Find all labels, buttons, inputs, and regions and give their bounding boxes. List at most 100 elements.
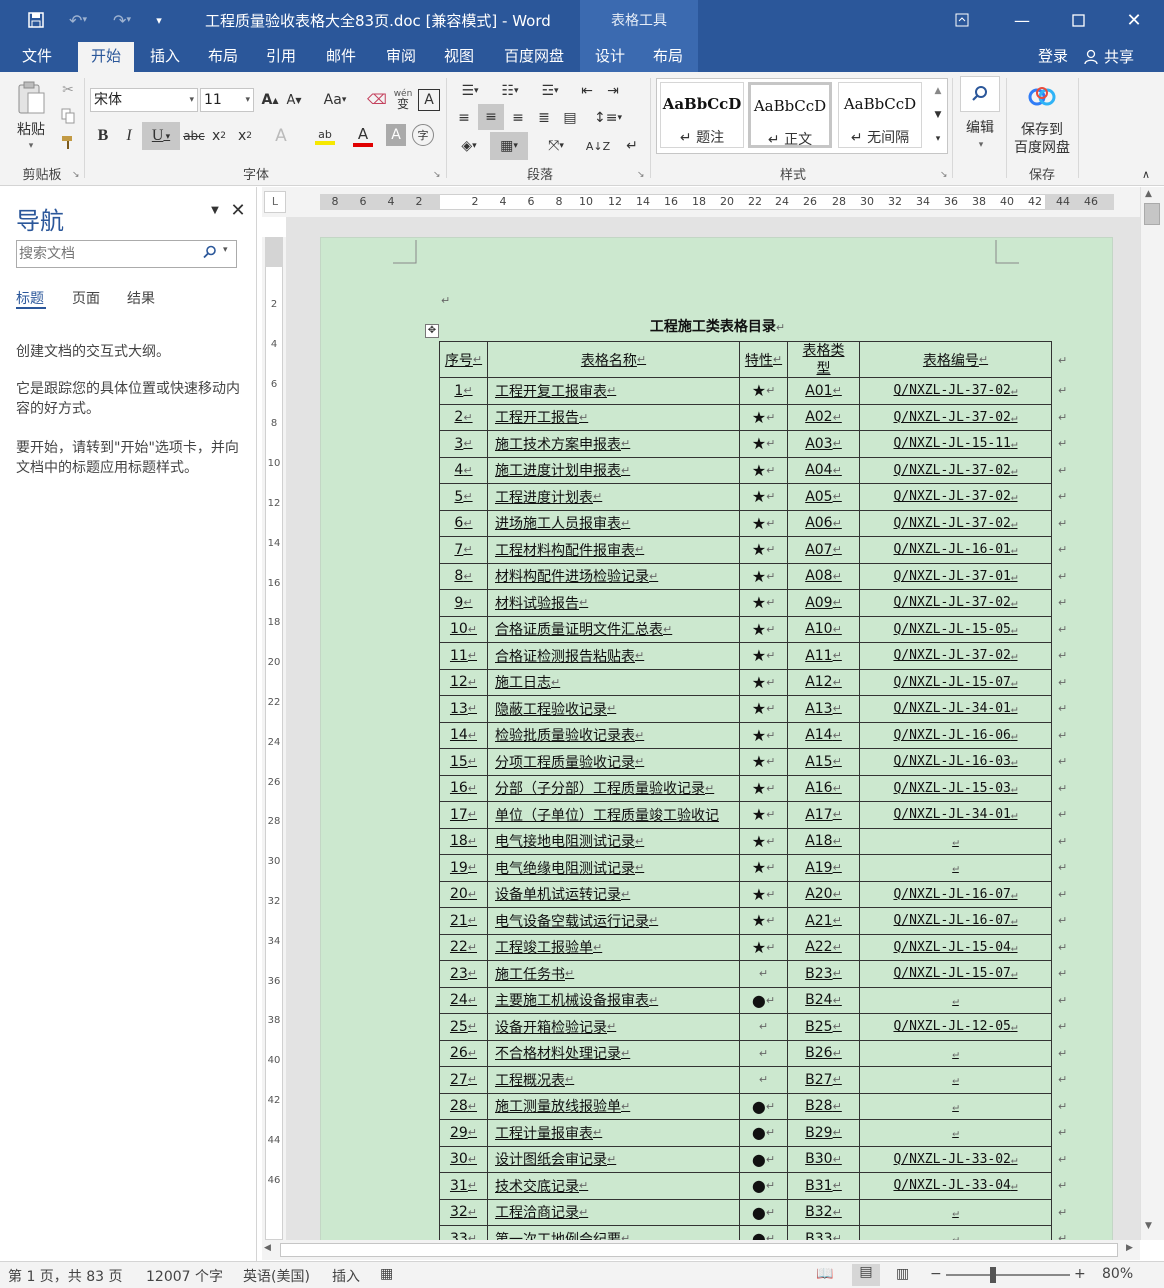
format-painter-icon[interactable] (58, 132, 78, 152)
cell-type[interactable]: A02 ↵ (788, 404, 860, 430)
cell-feature[interactable]: ● ↵ (740, 1226, 788, 1240)
cell-code[interactable]: ↵ (860, 1199, 1052, 1225)
cell-name[interactable]: 合格证检测报告粘贴表 ↵ (488, 643, 740, 669)
tab-file[interactable]: 文件 (8, 42, 66, 72)
cell-no[interactable]: 10 ↵ (440, 616, 488, 642)
cell-type[interactable]: B23 ↵ (788, 961, 860, 987)
cell-type[interactable]: B30 ↵ (788, 1146, 860, 1172)
cell-name[interactable]: 不合格材料处理记录 ↵ (488, 1040, 740, 1066)
cell-name[interactable]: 主要施工机械设备报审表 ↵ (488, 987, 740, 1013)
grow-font-icon[interactable]: A ▲ (260, 89, 280, 111)
cell-type[interactable]: A12 ↵ (788, 669, 860, 695)
scroll-up-icon[interactable]: ▲ (1145, 189, 1152, 199)
cell-no[interactable]: 3 ↵ (440, 431, 488, 457)
char-border-icon[interactable]: A (418, 89, 440, 111)
minimize-icon[interactable]: — (1004, 6, 1040, 34)
font-name-combo[interactable]: 宋体 ▾ (90, 88, 198, 112)
cell-no[interactable]: 1 ↵ (440, 378, 488, 404)
cell-no[interactable]: 26 ↵ (440, 1040, 488, 1066)
paragraph-launcher-icon[interactable]: ↘ (637, 170, 645, 180)
styles-more-icon[interactable]: ▾ (930, 128, 946, 150)
cell-name[interactable]: 电气设备空载试运行记录 ↵ (488, 908, 740, 934)
tab-table-design[interactable]: 设计 (584, 42, 636, 72)
cell-code[interactable]: Q/NXZL-JL-37-02 ↵ (860, 457, 1052, 483)
cell-type[interactable]: A04 ↵ (788, 457, 860, 483)
cell-feature[interactable]: ★ ↵ (740, 669, 788, 695)
font-launcher-icon[interactable]: ↘ (433, 170, 441, 180)
cell-code[interactable]: Q/NXZL-JL-15-07 ↵ (860, 961, 1052, 987)
cell-code[interactable]: ↵ (860, 1226, 1052, 1240)
tab-layout[interactable]: 布局 (196, 42, 250, 72)
cell-type[interactable]: A17 ↵ (788, 802, 860, 828)
cell-name[interactable]: 工程开复工报审表 ↵ (488, 378, 740, 404)
italic-icon[interactable]: I (118, 124, 140, 148)
print-layout-icon[interactable]: ▤ (852, 1264, 880, 1286)
scroll-down-icon[interactable]: ▼ (1145, 1221, 1152, 1231)
cell-no[interactable]: 15 ↵ (440, 749, 488, 775)
cell-code[interactable]: Q/NXZL-JL-15-05 ↵ (860, 616, 1052, 642)
cell-feature[interactable]: ★ ↵ (740, 696, 788, 722)
cell-name[interactable]: 检验批质量验收记录表 ↵ (488, 722, 740, 748)
zoom-out-icon[interactable]: − (930, 1266, 942, 1282)
cell-type[interactable]: B32 ↵ (788, 1199, 860, 1225)
cell-feature[interactable]: ★ ↵ (740, 484, 788, 510)
zoom-level[interactable]: 80% (1102, 1266, 1133, 1282)
cell-no[interactable]: 25 ↵ (440, 1014, 488, 1040)
cell-type[interactable]: A20 ↵ (788, 881, 860, 907)
cell-name[interactable]: 进场施工人员报审表 ↵ (488, 510, 740, 536)
cell-name[interactable]: 分部（子分部）工程质量验收记录 ↵ (488, 775, 740, 801)
styles-scroll-up-icon[interactable]: ▲ (930, 80, 946, 102)
cell-type[interactable]: B27 ↵ (788, 1067, 860, 1093)
tab-home[interactable]: 开始 (78, 42, 134, 72)
justify-icon[interactable]: ≣ (532, 106, 556, 130)
find-search-icon[interactable] (960, 76, 1000, 112)
cell-no[interactable]: 32 ↵ (440, 1199, 488, 1225)
cell-type[interactable]: A19 ↵ (788, 855, 860, 881)
nav-tab-pages[interactable]: 页面 (72, 288, 100, 308)
borders-icon[interactable]: ▦ ▾ (490, 132, 528, 160)
cell-feature[interactable]: ★ ↵ (740, 722, 788, 748)
cell-code[interactable]: Q/NXZL-JL-33-04 ↵ (860, 1173, 1052, 1199)
tab-insert[interactable]: 插入 (138, 42, 192, 72)
cell-name[interactable]: 工程进度计划表 ↵ (488, 484, 740, 510)
tab-selector[interactable]: L (264, 191, 286, 213)
cell-no[interactable]: 4 ↵ (440, 457, 488, 483)
cell-feature[interactable]: ★ ↵ (740, 881, 788, 907)
cell-name[interactable]: 分项工程质量验收记录 ↵ (488, 749, 740, 775)
cell-feature[interactable]: ★ ↵ (740, 934, 788, 960)
cell-feature[interactable]: ↵ (740, 1040, 788, 1066)
cell-name[interactable]: 第一次工地例会纪要 ↵ (488, 1226, 740, 1240)
cell-name[interactable]: 单位（子单位）工程质量竣工验收记 (488, 802, 740, 828)
cell-name[interactable]: 施工日志 ↵ (488, 669, 740, 695)
cell-type[interactable]: B25 ↵ (788, 1014, 860, 1040)
cell-no[interactable]: 14 ↵ (440, 722, 488, 748)
cell-no[interactable]: 33 ↵ (440, 1226, 488, 1240)
cell-type[interactable]: B31 ↵ (788, 1173, 860, 1199)
enclose-char-icon[interactable]: 字 (412, 124, 434, 146)
cell-name[interactable]: 材料试验报告 ↵ (488, 590, 740, 616)
cell-no[interactable]: 7 ↵ (440, 537, 488, 563)
nav-close-icon[interactable]: ✕ (228, 200, 248, 221)
document-page[interactable]: ↵ 工程施工类表格目录↵ ✥ 序号 ↵ 表格名称 ↵ 特性 ↵ 表格类型 表格编号 ↵ … (320, 237, 1113, 1240)
numbering-icon[interactable]: ☷ ▾ (492, 80, 528, 102)
save-to-baidu-label-2[interactable]: 百度网盘 (1008, 138, 1076, 156)
cell-name[interactable]: 设计图纸会审记录 ↵ (488, 1146, 740, 1172)
underline-icon[interactable]: U ▾ (142, 122, 180, 150)
maximize-icon[interactable] (1060, 6, 1096, 34)
styles-scroll-down-icon[interactable]: ▼ (930, 104, 946, 126)
cell-name[interactable]: 设备单机试运转记录 ↵ (488, 881, 740, 907)
cell-type[interactable]: B26 ↵ (788, 1040, 860, 1066)
cell-name[interactable]: 施工任务书 ↵ (488, 961, 740, 987)
paste-icon[interactable] (12, 78, 50, 118)
align-center-icon[interactable]: ≡ (478, 104, 504, 130)
table-move-handle-icon[interactable]: ✥ (425, 324, 439, 338)
paste-button[interactable]: 粘贴 (8, 120, 54, 138)
cell-code[interactable]: Q/NXZL-JL-34-01 ↵ (860, 802, 1052, 828)
bold-icon[interactable]: B (92, 124, 114, 148)
cell-no[interactable]: 30 ↵ (440, 1146, 488, 1172)
word-count[interactable]: 12007 个字 (146, 1266, 223, 1286)
cell-code[interactable]: Q/NXZL-JL-37-01 ↵ (860, 563, 1052, 589)
cell-code[interactable]: Q/NXZL-JL-16-06 ↵ (860, 722, 1052, 748)
cell-feature[interactable]: ● ↵ (740, 987, 788, 1013)
cell-code[interactable]: Q/NXZL-JL-15-04 ↵ (860, 934, 1052, 960)
